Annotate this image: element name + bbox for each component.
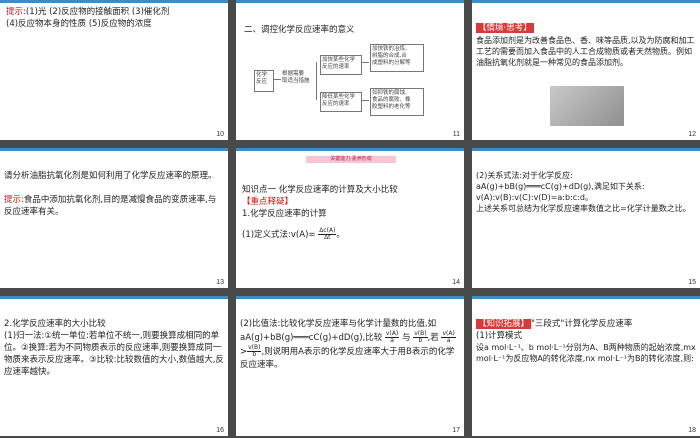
slide-heading: 【知识拓展】 "三段式"计算化学反应速率 [476,319,633,329]
slide-text: 设a mol·L⁻¹、b mol·L⁻¹分别为A、B两种物质的起始浓度,mx m… [476,343,696,363]
slide-top-bar [472,296,700,299]
slide-title: 2.化学反应速率的大小比较 [4,319,106,329]
slide-top-bar [0,0,228,3]
section-band: 关键能力·素养形成 [306,156,396,163]
slide-10[interactable]: 提示:(1)光 (2)反应物的接触面积 (3)催化剂 (4)反应物本身的性质 (… [0,0,228,140]
slide-15[interactable]: (2)关系式法:对于化学反应: aA(g)+bB(g)═══cC(g)+dD(g… [472,148,700,288]
diagram-box-examples-slow: 如抑铁的腐蚀、 食品的腐败、橡 胶塑料的老化等 [370,88,424,116]
subheading: 1.化学反应速率的计算 [242,209,327,219]
ratio-fraction: v(B) b [413,330,428,344]
slide-hint: 提示:食品中添加抗氧化剂,目的是减慢食品的变质速率,与反应速率有关。 [4,195,217,217]
ratio-fraction: v(A) a [441,330,456,344]
diagram-connector [273,79,281,80]
slide-top-bar [0,296,228,299]
slide-13[interactable]: 请分析油脂抗氧化剂是如何利用了化学反应速率的原理。 提示:食品中添加抗氧化剂,目… [0,148,228,288]
slide-title: 二、调控化学反应速率的意义 [244,25,355,35]
definition-formula: (1)定义式法:v(A)= Δc(A) Δt。 [242,227,345,241]
context-header: 【情境·思考】 [476,23,534,33]
slide-number: 15 [688,279,696,286]
diagram-box-reaction: 化学 反应 [254,70,274,92]
slide-top-bar [236,296,464,299]
slide-11[interactable]: 二、调控化学反应速率的意义 化学 反应 根据需要 取适当措施 加快某些化学 反应… [236,0,464,140]
slide-text: (1)归一法:①统一单位:若单位不统一,则要换算成相同的单位。②换算:若为不同物… [4,331,224,377]
slide-text: (2)比值法:比较化学反应速率与化学计量数的比值,如aA(g)+bB(g)═══… [240,319,456,370]
slide-number: 11 [452,131,460,138]
diagram-label-measures: 根据需要 取适当措施 [281,70,315,90]
slide-12[interactable]: 【情境·思考】 食品添加剂是为改善食品色、香、味等品质,以及为防腐和加工工艺的需… [472,0,700,140]
slide-text: 提示:(1)光 (2)反应物的接触面积 (3)催化剂 (4)反应物本身的性质 (… [6,7,170,29]
slide-top-bar [236,0,464,3]
diagram-box-examples-fast: 加快铁的冶炼, 树脂的合成,合 成塑料的分解等 [370,44,424,72]
diagram-box-speed-up: 加快某些化学 反应的速率 [320,55,362,75]
slide-18[interactable]: 【知识拓展】 "三段式"计算化学反应速率 (1)计算模式 设a mol·L⁻¹、b… [472,296,700,436]
slide-number: 17 [452,427,460,434]
slide-top-bar [472,148,700,151]
slide-number: 18 [688,427,696,434]
ratio-fraction: v(A) a [384,330,400,344]
ratio-fraction: v(B) b [247,344,262,358]
food-photo-image [550,86,624,126]
slide-text: (2)关系式法:对于化学反应: aA(g)+bB(g)═══cC(g)+dD(g… [476,171,691,213]
diagram-connector [361,100,369,101]
slide-number: 16 [216,427,224,434]
slide-number: 14 [452,279,460,286]
slide-14[interactable]: 关键能力·素养形成 知识点一 化学反应速率的计算及大小比较 【重点释疑】 1.化… [236,148,464,288]
slide-question: 请分析油脂抗氧化剂是如何利用了化学反应速率的原理。 [4,171,217,181]
slide-17[interactable]: (2)比值法:比较化学反应速率与化学计量数的比值,如aA(g)+bB(g)═══… [236,296,464,436]
knowledge-point-title: 知识点一 化学反应速率的计算及大小比较 [242,185,398,195]
slide-number: 13 [216,279,224,286]
slide-number: 10 [216,131,224,138]
key-tag: 【重点释疑】 [242,197,294,207]
slide-top-bar [472,0,700,3]
slide-top-bar [0,148,228,151]
subheading: (1)计算模式 [476,331,523,341]
slide-16[interactable]: 2.化学反应速率的大小比较 (1)归一法:①统一单位:若单位不统一,则要换算成相… [0,296,228,436]
slide-top-bar [236,148,464,151]
slide-number: 12 [688,131,696,138]
formula-fraction: Δc(A) Δt [318,227,337,241]
slide-text: 食品添加剂是为改善食品色、香、味等品质,以及为防腐和加工工艺的需要而加入食品中的… [476,36,695,67]
diagram-box-slow-down: 降低某些化学 反应的速率 [320,92,362,112]
diagram-connector [361,62,369,63]
diagram-connector [316,62,317,100]
